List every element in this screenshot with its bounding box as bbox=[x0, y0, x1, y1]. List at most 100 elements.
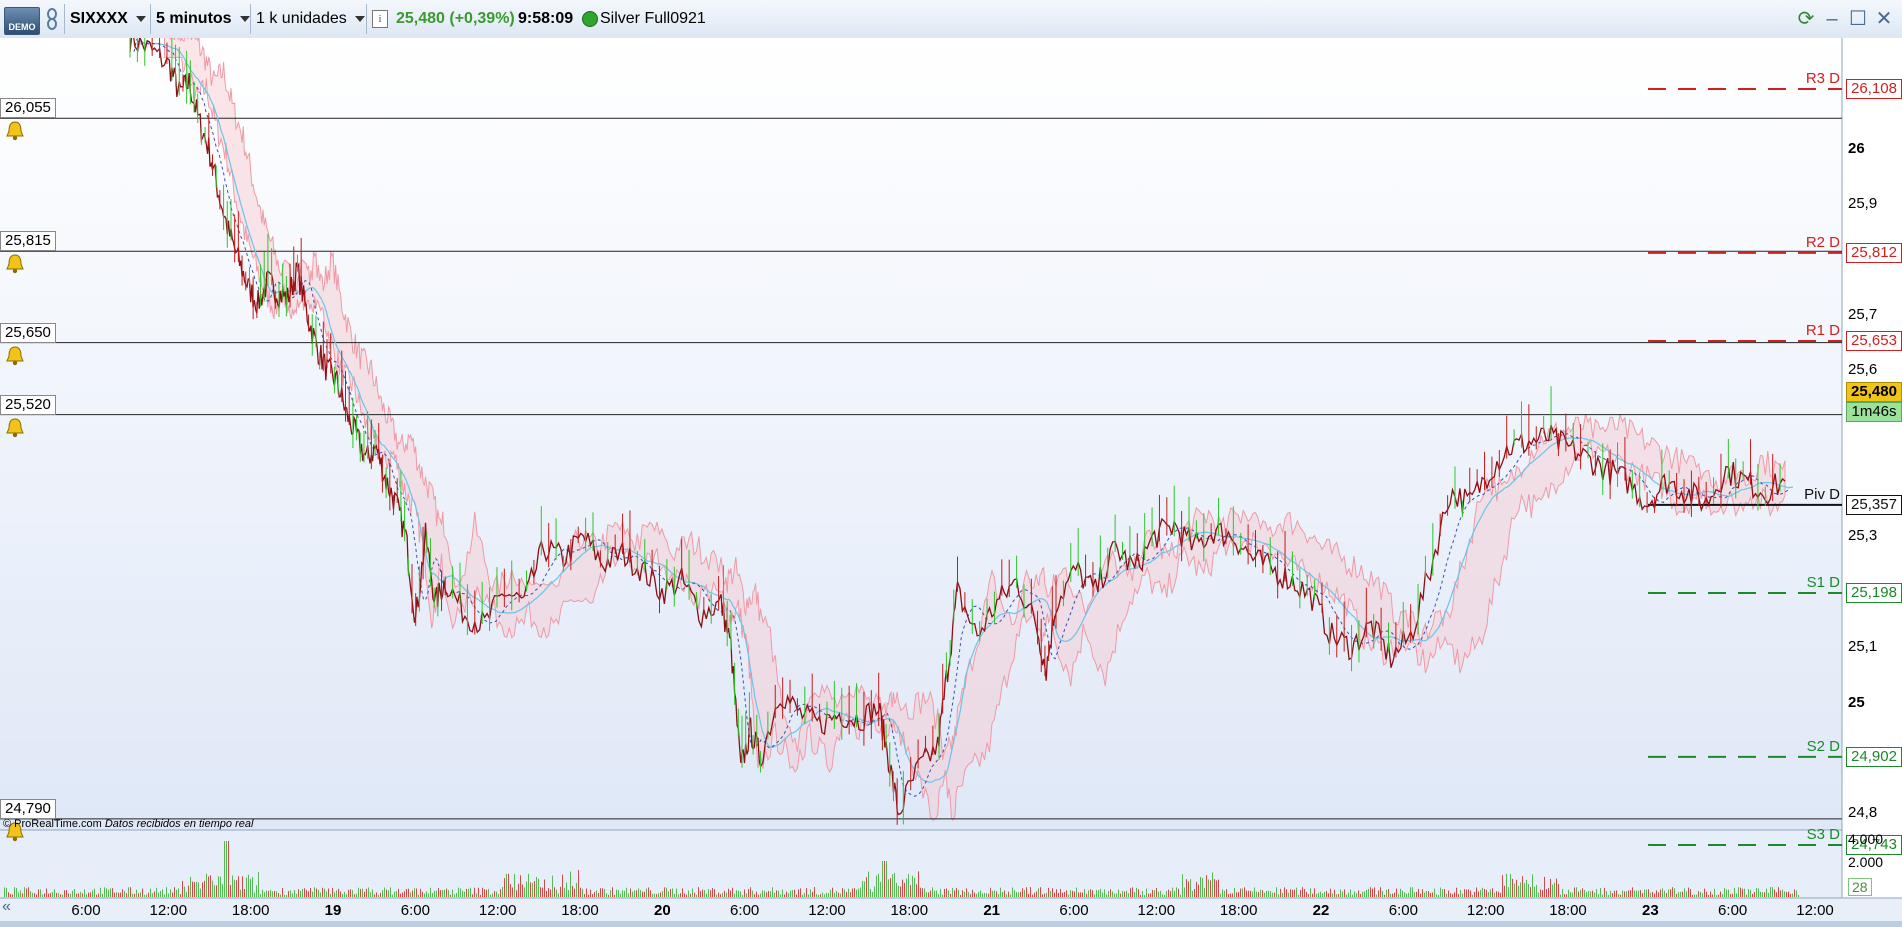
volume-bar bbox=[696, 894, 697, 897]
volume-bar bbox=[290, 890, 291, 897]
volume-bar bbox=[496, 891, 497, 897]
volume-bar bbox=[1646, 889, 1647, 897]
volume-bar bbox=[1182, 874, 1183, 897]
minimize-icon[interactable]: – bbox=[1822, 9, 1842, 29]
timeframe-selector[interactable]: 5 minutos bbox=[156, 0, 250, 38]
volume-bar bbox=[1660, 889, 1661, 897]
volume-bar bbox=[300, 890, 301, 897]
time-axis-tick: 21 bbox=[983, 902, 1000, 919]
volume-bar bbox=[360, 888, 361, 897]
time-axis-tick: 23 bbox=[1641, 902, 1659, 919]
bell-alert-icon[interactable] bbox=[4, 417, 26, 439]
maximize-icon[interactable]: ☐ bbox=[1848, 9, 1868, 29]
volume-bar bbox=[236, 880, 237, 897]
volume-bar bbox=[1310, 888, 1311, 897]
volume-bar bbox=[1602, 894, 1603, 897]
info-button[interactable]: i bbox=[372, 0, 388, 38]
volume-bar bbox=[36, 894, 37, 897]
volume-bar bbox=[1618, 894, 1619, 897]
price-chart[interactable] bbox=[0, 38, 1902, 927]
refresh-icon[interactable]: ⟳ bbox=[1796, 9, 1816, 29]
demo-badge: DEMO bbox=[4, 7, 40, 35]
volume-bar bbox=[860, 887, 861, 897]
volume-bar bbox=[978, 891, 979, 897]
bell-alert-icon[interactable] bbox=[4, 253, 26, 275]
volume-bar bbox=[1748, 889, 1749, 897]
time-axis-tick: 12:00 bbox=[149, 902, 188, 919]
volume-bar bbox=[310, 887, 311, 897]
volume-bar bbox=[1700, 891, 1701, 897]
volume-bar bbox=[318, 889, 319, 897]
volume-bar bbox=[1324, 891, 1325, 897]
volume-bar bbox=[490, 894, 491, 897]
volume-bar bbox=[212, 880, 213, 897]
volume-bar bbox=[394, 891, 395, 897]
volume-bar bbox=[1610, 890, 1611, 897]
volume-bar bbox=[1628, 890, 1629, 897]
volume-bar bbox=[764, 890, 765, 897]
volume-bar bbox=[1238, 892, 1239, 897]
volume-bar bbox=[830, 889, 831, 897]
volume-bar bbox=[1410, 887, 1411, 897]
volume-bar bbox=[64, 890, 65, 897]
volume-bar bbox=[716, 894, 717, 897]
volume-bar bbox=[328, 888, 329, 897]
alert-level-label[interactable]: 25,815 bbox=[0, 231, 56, 252]
volume-bar bbox=[544, 879, 545, 897]
volume-bar bbox=[1078, 892, 1079, 897]
volume-bar bbox=[1518, 885, 1519, 897]
link-chain-icon[interactable] bbox=[44, 8, 60, 30]
bell-alert-icon[interactable] bbox=[4, 120, 26, 142]
volume-bar bbox=[896, 882, 897, 897]
volume-bar bbox=[1268, 890, 1269, 897]
volume-bar bbox=[798, 889, 799, 897]
volume-bar bbox=[1222, 889, 1223, 897]
volume-bar bbox=[434, 890, 435, 897]
volume-bar bbox=[304, 888, 305, 897]
alert-level-label[interactable]: 25,650 bbox=[0, 322, 56, 343]
volume-bar bbox=[108, 889, 109, 897]
volume-bar bbox=[1588, 890, 1589, 897]
volume-bar bbox=[848, 888, 849, 897]
time-axis-background bbox=[0, 898, 1902, 921]
time-axis-tick: 6:00 bbox=[400, 902, 430, 919]
alert-level-label[interactable]: 25,520 bbox=[0, 394, 56, 415]
volume-bar bbox=[1606, 891, 1607, 897]
bell-alert-icon[interactable] bbox=[4, 345, 26, 367]
volume-bar bbox=[1702, 893, 1703, 897]
volume-bar bbox=[98, 893, 99, 897]
alert-level-label[interactable]: 26,055 bbox=[0, 98, 56, 119]
volume-bar bbox=[646, 888, 647, 897]
volume-bar bbox=[1486, 889, 1487, 897]
volume-bar bbox=[116, 892, 117, 897]
volume-bar bbox=[152, 893, 153, 897]
alert-level-label[interactable]: 24,790 bbox=[0, 798, 56, 819]
volume-bar bbox=[468, 888, 469, 897]
volume-bar bbox=[1536, 884, 1537, 897]
volume-bar bbox=[52, 891, 53, 897]
volume-bar bbox=[260, 893, 261, 897]
volume-bar bbox=[1084, 889, 1085, 897]
pivot-value-tag: 25,653 bbox=[1846, 330, 1902, 351]
chart-toolbar: DEMO SIXXXX 5 minutos 1 k unidades i 25,… bbox=[0, 0, 1902, 39]
volume-bar bbox=[626, 887, 627, 897]
volume-bar bbox=[88, 892, 89, 897]
volume-bar bbox=[130, 887, 131, 897]
volume-bar bbox=[238, 876, 239, 897]
collapse-panel-icon[interactable]: « bbox=[2, 898, 22, 918]
volume-bar bbox=[1774, 889, 1775, 897]
volume-bar bbox=[1298, 894, 1299, 897]
volume-bar bbox=[176, 889, 177, 897]
volume-bar bbox=[1442, 889, 1443, 897]
close-icon[interactable]: ✕ bbox=[1874, 9, 1894, 29]
volume-bar bbox=[1192, 890, 1193, 897]
volume-bar bbox=[448, 890, 449, 897]
volume-bar bbox=[1336, 894, 1337, 897]
units-selector[interactable]: 1 k unidades bbox=[256, 0, 365, 38]
volume-bar bbox=[1652, 891, 1653, 897]
volume-bar bbox=[1206, 875, 1207, 897]
volume-bar bbox=[1638, 890, 1639, 897]
volume-bar bbox=[4, 887, 5, 897]
volume-bar bbox=[332, 887, 333, 897]
symbol-selector[interactable]: SIXXXX bbox=[70, 0, 146, 38]
